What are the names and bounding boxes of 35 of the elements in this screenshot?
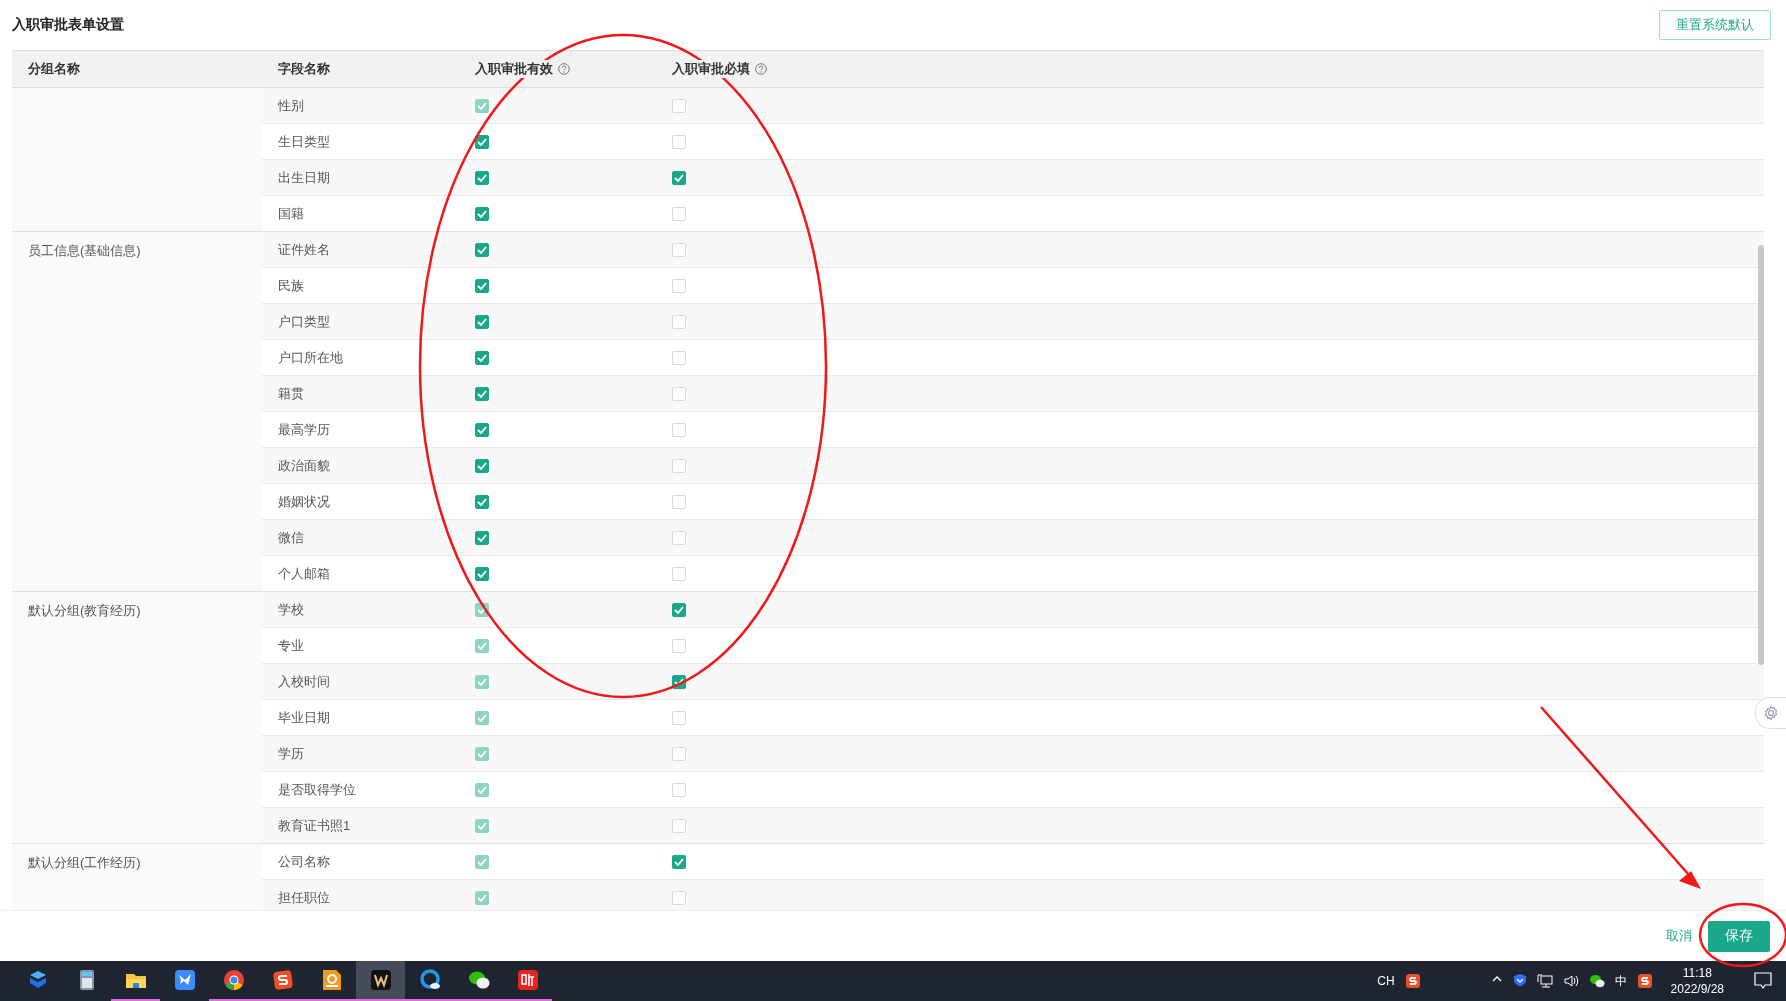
field-name: 生日类型: [278, 132, 330, 151]
column-header: 字段名称: [278, 60, 330, 78]
field-name: 毕业日期: [278, 708, 330, 727]
tray-text[interactable]: 中: [1614, 972, 1627, 990]
field-name: 民族: [278, 276, 304, 295]
column-header: 入职审批必填: [672, 60, 750, 78]
group-name: 默认分组(工作经历): [28, 855, 141, 870]
page-title: 入职审批表单设置: [12, 16, 124, 34]
field-name: 国籍: [278, 204, 304, 223]
column-header: 分组名称: [28, 60, 80, 78]
field-name: 是否取得学位: [278, 780, 356, 799]
field-name: 担任职位: [278, 888, 330, 907]
field-name: 学校: [278, 600, 304, 619]
clock-date[interactable]: 2022/9/28: [1670, 981, 1724, 997]
field-name: 婚姻状况: [278, 492, 330, 511]
field-name: 户口所在地: [278, 348, 343, 367]
field-name: 性别: [278, 96, 304, 115]
field-name: 入校时间: [278, 672, 330, 691]
clock-time[interactable]: 11:18: [1682, 965, 1712, 981]
field-name: 教育证书照1: [278, 816, 351, 835]
field-name: 公司名称: [278, 852, 330, 871]
field-name: 专业: [278, 636, 304, 655]
field-name: 最高学历: [278, 420, 330, 439]
field-name: 个人邮箱: [278, 564, 330, 583]
field-name: 微信: [278, 528, 304, 547]
field-name: 户口类型: [278, 312, 330, 331]
field-name: 政治面貌: [278, 456, 330, 475]
field-name: 出生日期: [278, 168, 330, 187]
field-name: 学历: [278, 744, 304, 763]
group-name: 员工信息(基础信息): [28, 243, 141, 258]
tray-text[interactable]: CH: [1377, 974, 1395, 988]
column-header: 入职审批有效: [475, 60, 553, 78]
field-name: 证件姓名: [278, 240, 330, 259]
field-name: 籍贯: [278, 384, 304, 403]
group-name: 默认分组(教育经历): [28, 603, 141, 618]
